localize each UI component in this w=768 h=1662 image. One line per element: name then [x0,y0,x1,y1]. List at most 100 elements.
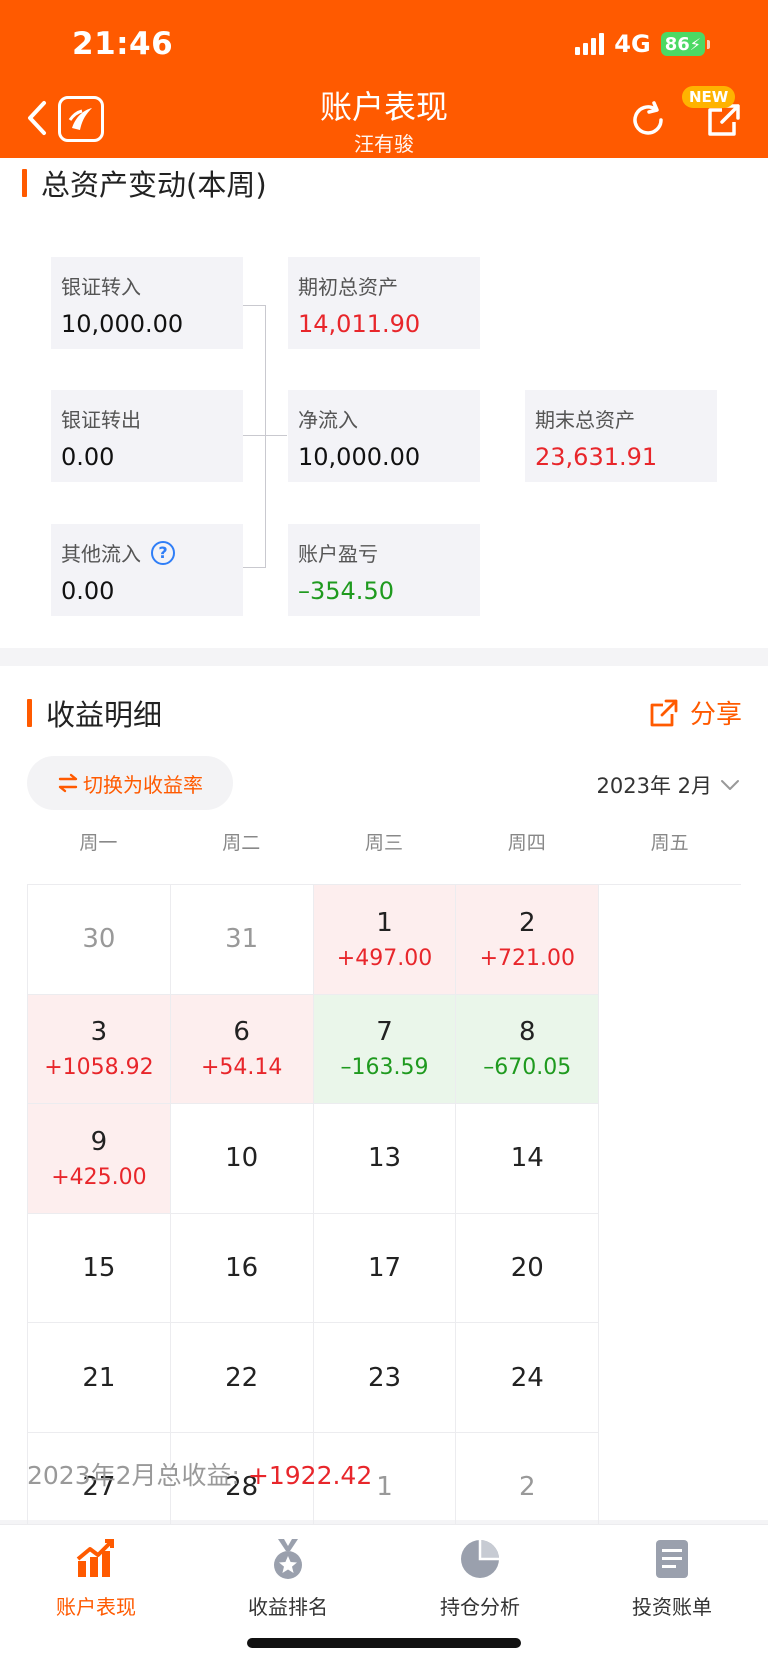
nav-label: 投资账单 [632,1595,712,1619]
nav-account-performance[interactable]: 账户表现 [0,1537,192,1620]
calendar-day-cell[interactable]: 10 [170,1104,314,1214]
bank-out-value: 0.00 [61,443,115,471]
nav-holdings-analysis[interactable]: 持仓分析 [384,1537,576,1620]
bill-document-icon [650,1537,694,1581]
end-assets-box: 期末总资产 23,631.91 [525,390,717,482]
calendar-day-cell[interactable]: 20 [456,1213,600,1324]
bank-in-label: 银证转入 [61,275,141,299]
weekday-label: 周二 [222,832,261,854]
calendar-day-number: 9 [90,1126,108,1157]
nav-income-ranking[interactable]: 收益排名 [192,1537,384,1620]
month-total: 2023年2月总收益: +1922.42 [27,1456,372,1492]
calendar-day-pnl: +1058.92 [44,1055,154,1081]
switch-label: 切换为收益率 [83,772,203,797]
calendar-day-number: 23 [367,1362,402,1393]
calendar-day-cell[interactable]: 21 [28,1323,171,1433]
net-inflow-value: 10,000.00 [298,443,421,471]
nav-label: 持仓分析 [440,1595,520,1619]
calendar-day-cell[interactable]: 14 [456,1104,600,1214]
calendar-day-cell[interactable]: 15 [28,1213,171,1324]
calendar-day-cell[interactable]: 23 [313,1323,457,1433]
calendar-day-number: 22 [225,1362,259,1393]
calendar-day-number: 2 [519,1472,536,1503]
calendar-day-number: 16 [225,1253,259,1284]
calendar-day-cell[interactable]: 24 [456,1323,600,1433]
income-detail-card: 收益明细 分享 切换为收益率 2023年 2月 周一 周二 周三 周四 周五 3… [0,666,768,1653]
calendar-day-cell[interactable]: 3 +1058.92 [28,994,171,1105]
weekday-header: 周一 周二 周三 周四 周五 [27,828,741,855]
month-total-label: 2023年2月总收益: [27,1461,248,1490]
calendar-day-pnl: –163.59 [340,1055,429,1081]
share-icon [650,699,678,726]
asset-change-title: 总资产变动(本周) [22,162,267,204]
start-assets-value: 14,011.90 [298,310,421,338]
pie-chart-icon [458,1537,502,1581]
end-assets-value: 23,631.91 [535,443,658,471]
signal-icon [575,33,605,55]
calendar-day-number: 1 [376,907,393,938]
share-button[interactable]: 分享 [648,694,742,731]
bank-out-label: 银证转出 [61,408,141,432]
network-type: 4G [614,30,651,58]
app-header: 21:46 4G 86 ⚡ 账户表现 汪有骏 NEW [0,0,768,158]
status-indicators: 4G 86 ⚡ [575,28,710,60]
calendar-day-cell[interactable]: 22 [170,1323,314,1433]
net-inflow-label: 净流入 [298,408,358,432]
home-indicator [247,1638,521,1648]
calendar-day-number: 8 [519,1017,536,1048]
weekday-label: 周一 [79,832,118,854]
other-in-box: 其他流入? 0.00 [51,524,243,616]
income-detail-title: 收益明细 [27,692,162,734]
calendar-day-number: 14 [510,1143,544,1174]
calendar-day-cell[interactable]: 2 +721.00 [456,885,600,995]
other-in-label: 其他流入 [61,542,141,566]
nav-investment-bill[interactable]: 投资账单 [576,1537,768,1620]
calendar-day-cell[interactable]: 30 [28,885,171,995]
calendar-day-cell[interactable]: 1 +497.00 [313,885,457,995]
account-pnl-label: 账户盈亏 [298,542,378,566]
calendar-day-cell[interactable]: 8 –670.05 [456,994,600,1105]
calendar-day-pnl: –670.05 [483,1055,572,1081]
calendar-day-cell[interactable]: 6 +54.14 [170,994,314,1105]
trend-chart-icon [74,1537,118,1581]
calendar-day-cell[interactable]: 9 +425.00 [28,1104,171,1214]
calendar-day-pnl: +721.00 [479,945,575,971]
calendar-day-number: 3 [90,1017,108,1048]
swap-icon [58,773,78,793]
calendar-day-number: 17 [367,1253,402,1284]
weekday-label: 周五 [650,832,689,854]
switch-to-rate-button[interactable]: 切换为收益率 [27,756,233,810]
refresh-icon [633,101,663,135]
bank-out-box: 银证转出 0.00 [51,390,243,482]
refresh-button[interactable] [624,96,672,144]
calendar-day-cell[interactable]: 17 [313,1213,457,1324]
start-assets-label: 期初总资产 [298,275,398,299]
calendar-day-cell[interactable]: 31 [170,885,314,995]
nav-label: 账户表现 [56,1595,136,1619]
calendar-day-pnl: +54.14 [200,1055,283,1081]
status-time: 21:46 [72,26,174,62]
month-value: 2023年 2月 [596,774,712,798]
help-icon[interactable]: ? [151,540,175,565]
battery-level: 86 [664,33,690,55]
month-total-value: +1922.42 [247,1461,373,1490]
other-in-value: 0.00 [61,577,115,605]
share-label: 分享 [689,700,742,730]
account-pnl-box: 账户盈亏 –354.50 [288,524,480,616]
calendar-day-number: 24 [510,1362,544,1393]
weekday-label: 周三 [364,832,403,854]
calendar-day-cell[interactable]: 16 [170,1213,314,1324]
month-selector[interactable]: 2023年 2月 [597,770,740,800]
nav-label: 收益排名 [248,1595,328,1619]
asset-change-card: 总资产变动(本周) 银证转入 10,000.00 银证转出 0.00 其他流入?… [0,158,768,648]
new-badge: NEW [682,86,736,108]
calendar-day-number: 1 [376,1472,393,1503]
bank-in-value: 10,000.00 [61,310,184,338]
calendar-day-number: 31 [225,924,259,955]
calendar-day-number: 2 [519,907,536,938]
start-assets-box: 期初总资产 14,011.90 [288,257,480,349]
calendar-day-number: 15 [82,1253,116,1284]
calendar-day-number: 20 [510,1253,544,1284]
calendar-day-cell[interactable]: 13 [313,1104,457,1214]
calendar-day-cell[interactable]: 7 –163.59 [313,994,457,1105]
